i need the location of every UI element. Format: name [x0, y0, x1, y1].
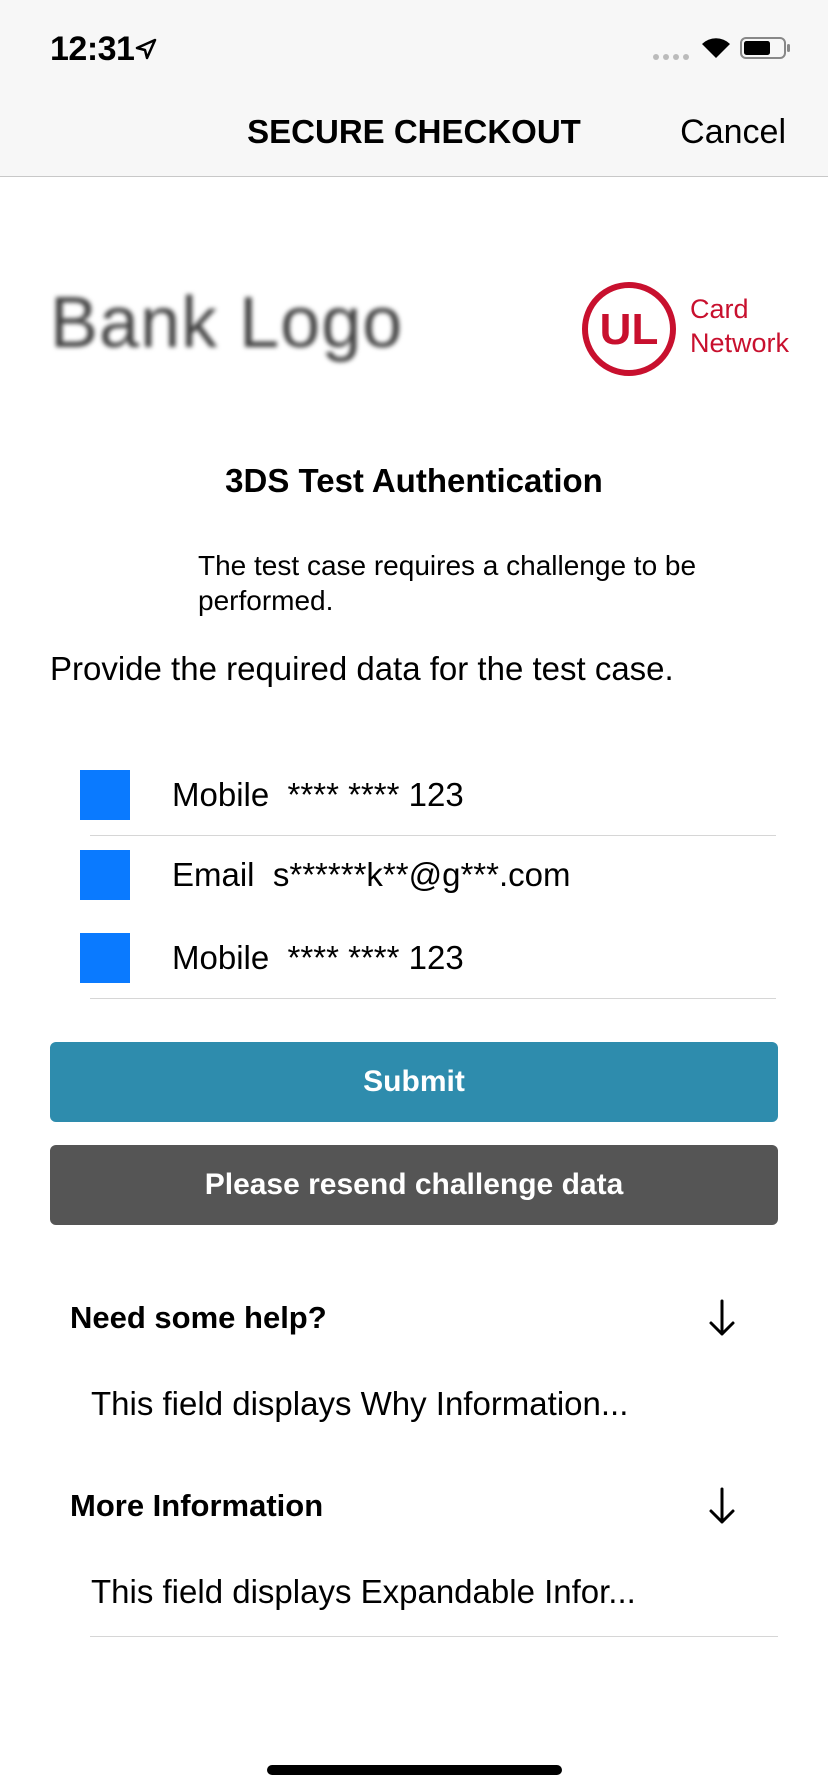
- option-checkbox[interactable]: [80, 850, 130, 900]
- option-email[interactable]: Email s******k**@g***.com: [80, 836, 776, 916]
- option-label: Mobile **** **** 123: [172, 939, 464, 976]
- option-mobile-1[interactable]: Mobile **** **** 123: [80, 756, 776, 836]
- location-arrow-icon: [135, 38, 157, 60]
- network-name-line1: Card: [690, 294, 749, 324]
- submit-button[interactable]: Submit: [50, 1042, 778, 1122]
- divider: [90, 1636, 778, 1637]
- option-checkbox[interactable]: [80, 933, 130, 983]
- more-info-section-text: This field displays Expandable Infor...: [91, 1573, 636, 1610]
- signal-icon: [653, 54, 689, 60]
- status-time: 12:31: [50, 30, 135, 68]
- resend-challenge-button[interactable]: Please resend challenge data: [50, 1145, 778, 1225]
- challenge-info-text: The test case requires a challenge to be…: [198, 550, 697, 616]
- option-mobile-2[interactable]: Mobile **** **** 123: [80, 919, 776, 999]
- arrow-down-icon[interactable]: [706, 1298, 738, 1338]
- nav-bar: SECURE CHECKOUT Cancel: [0, 95, 828, 177]
- more-info-section-title[interactable]: More Information: [70, 1488, 323, 1524]
- arrow-down-icon[interactable]: [706, 1486, 738, 1526]
- network-name: Card Network: [690, 292, 789, 360]
- option-label: Mobile **** **** 123: [172, 776, 464, 813]
- challenge-heading: 3DS Test Authentication: [225, 462, 603, 499]
- svg-text:UL: UL: [600, 305, 659, 354]
- home-indicator[interactable]: [267, 1765, 562, 1775]
- cancel-button[interactable]: Cancel: [680, 113, 786, 152]
- option-label: Email s******k**@g***.com: [172, 856, 571, 893]
- network-logo: UL: [582, 282, 676, 376]
- wifi-icon: [702, 38, 730, 58]
- battery-icon: [740, 37, 790, 59]
- challenge-instruction: Provide the required data for the test c…: [50, 650, 674, 687]
- help-section-text: This field displays Why Information...: [91, 1385, 629, 1422]
- help-section-title[interactable]: Need some help?: [70, 1300, 327, 1336]
- network-name-line2: Network: [690, 328, 790, 358]
- status-bar: 12:31: [0, 0, 828, 95]
- bank-logo: Bank Logo: [50, 283, 404, 363]
- option-checkbox[interactable]: [80, 770, 130, 820]
